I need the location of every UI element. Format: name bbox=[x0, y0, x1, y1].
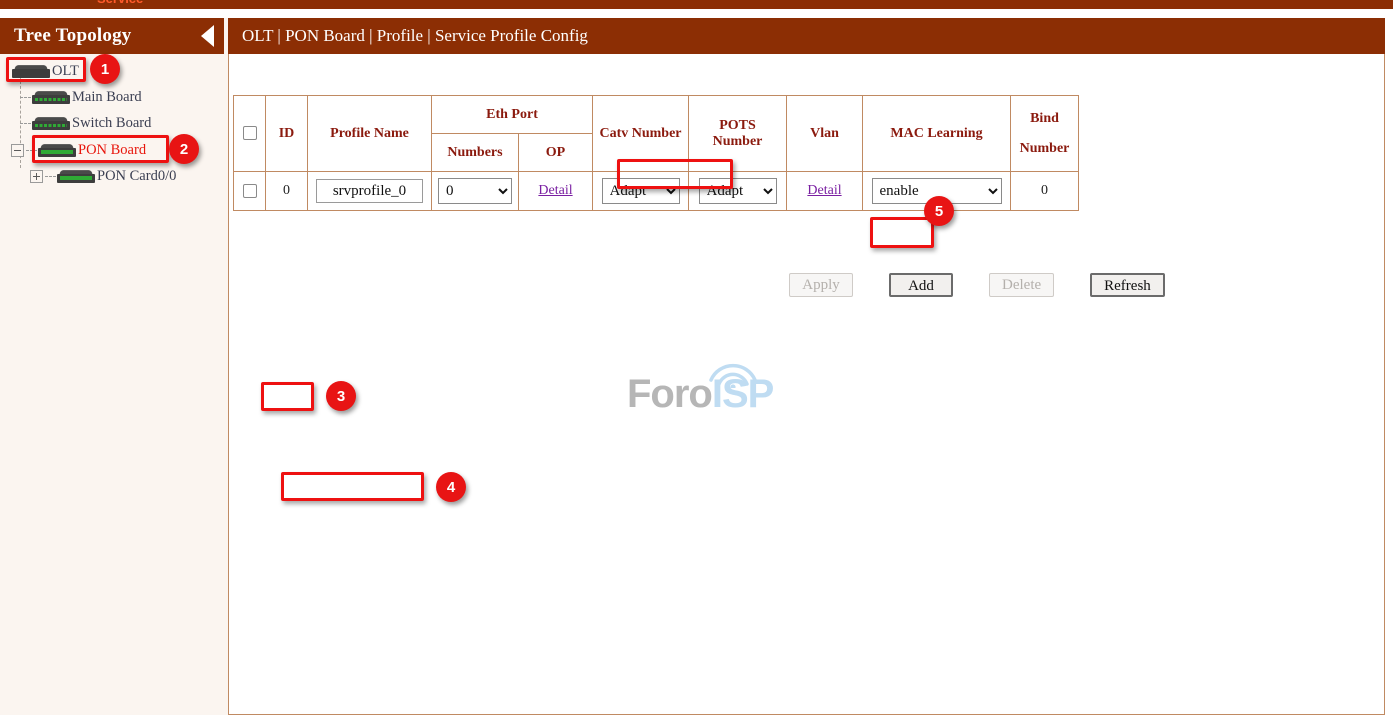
tree-branch-line bbox=[20, 123, 31, 124]
tree-panel-title: Tree Topology bbox=[14, 25, 132, 47]
header-eth-numbers: Numbers bbox=[432, 134, 519, 172]
tree-node-switch-board[interactable]: Switch Board bbox=[20, 112, 151, 134]
service-profile-table: ID Profile Name Eth Port Catv Number POT… bbox=[233, 95, 1079, 211]
cell-catv-number: Adapt bbox=[593, 172, 689, 211]
cell-pots-number: Adapt bbox=[689, 172, 787, 211]
cell-id: 0 bbox=[266, 172, 308, 211]
tree-panel-header: Tree Topology bbox=[0, 18, 224, 54]
tree-node-pon-card[interactable]: PON Card0/0 bbox=[30, 165, 176, 187]
header-id: ID bbox=[266, 96, 308, 172]
annotation-badge-4: 4 bbox=[436, 472, 466, 502]
tree-collapse-toggle[interactable] bbox=[11, 144, 24, 157]
tree-node-label: Main Board bbox=[72, 89, 142, 106]
annotation-badge-2: 2 bbox=[169, 134, 199, 164]
header-bind-number-line1: Bind bbox=[1017, 111, 1072, 127]
device-board-icon bbox=[32, 91, 70, 104]
action-button-row: Apply Add Delete Refresh bbox=[229, 273, 1385, 297]
watermark-text: ForoISP bbox=[627, 372, 773, 417]
content-body: ForoISP ID Profile Name Eth Port bbox=[228, 54, 1385, 715]
breadcrumb-text: OLT | PON Board | Profile | Service Prof… bbox=[242, 26, 588, 46]
eth-numbers-select[interactable]: 0 bbox=[438, 178, 512, 204]
header-bind-number-line2: Number bbox=[1017, 141, 1072, 157]
tree-node-main-board[interactable]: Main Board bbox=[20, 86, 142, 108]
breadcrumb: OLT | PON Board | Profile | Service Prof… bbox=[228, 18, 1385, 54]
table-head: ID Profile Name Eth Port Catv Number POT… bbox=[234, 96, 1079, 172]
add-button[interactable]: Add bbox=[889, 273, 953, 297]
vlan-detail-link[interactable]: Detail bbox=[807, 183, 841, 198]
pots-number-select[interactable]: Adapt bbox=[699, 178, 777, 204]
content-panel: OLT | PON Board | Profile | Service Prof… bbox=[228, 18, 1385, 715]
header-mac-learning: MAC Learning bbox=[863, 96, 1011, 172]
cell-vlan: Detail bbox=[787, 172, 863, 211]
row-select-cell bbox=[234, 172, 266, 211]
tree-expand-toggle[interactable] bbox=[30, 170, 43, 183]
watermark-part-one: Foro bbox=[627, 372, 712, 416]
top-cut-bar: Service bbox=[0, 0, 1393, 9]
tree-node-label: OLT bbox=[52, 63, 79, 80]
select-all-checkbox[interactable] bbox=[243, 126, 257, 140]
cell-profile-name bbox=[308, 172, 432, 211]
device-card-icon bbox=[57, 170, 95, 183]
cell-bind-number: 0 bbox=[1011, 172, 1079, 211]
table-header-row-1: ID Profile Name Eth Port Catv Number POT… bbox=[234, 96, 1079, 134]
header-profile-name: Profile Name bbox=[308, 96, 432, 172]
header-bind-number: Bind Number bbox=[1011, 96, 1079, 172]
eth-op-detail-link[interactable]: Detail bbox=[538, 183, 572, 198]
tree-node-label: Switch Board bbox=[72, 115, 151, 132]
service-profile-table-wrap: ID Profile Name Eth Port Catv Number POT… bbox=[233, 95, 1079, 211]
tree-node-olt[interactable]: OLT bbox=[12, 60, 79, 82]
profile-name-input[interactable] bbox=[316, 179, 423, 203]
apply-button[interactable]: Apply bbox=[789, 273, 853, 297]
catv-number-select[interactable]: Adapt bbox=[602, 178, 680, 204]
tree-node-label: PON Card0/0 bbox=[97, 168, 176, 185]
tree-node-pon-board[interactable]: PON Board bbox=[11, 139, 146, 161]
row-checkbox[interactable] bbox=[243, 184, 257, 198]
header-vlan: Vlan bbox=[787, 96, 863, 172]
cell-eth-numbers: 0 bbox=[432, 172, 519, 211]
foroisp-watermark: ForoISP bbox=[627, 354, 827, 424]
triangle-left-icon[interactable] bbox=[201, 25, 214, 47]
application-root: Service Tree Topology OLT bbox=[0, 0, 1393, 715]
tree-branch-line bbox=[45, 176, 56, 177]
top-gap bbox=[0, 9, 1393, 18]
tree-node-label: PON Board bbox=[78, 142, 146, 159]
select-all-header bbox=[234, 96, 266, 172]
tree-branch-line bbox=[26, 150, 37, 151]
tree-topology-panel: Tree Topology OLT Main Board bbox=[0, 18, 224, 715]
delete-button[interactable]: Delete bbox=[989, 273, 1054, 297]
tree-branch-line bbox=[20, 97, 31, 98]
header-catv-number: Catv Number bbox=[593, 96, 689, 172]
device-board-icon bbox=[38, 144, 76, 157]
annotation-badge-3: 3 bbox=[326, 381, 356, 411]
annotation-badge-5: 5 bbox=[924, 196, 954, 226]
header-eth-op: OP bbox=[519, 134, 593, 172]
refresh-button[interactable]: Refresh bbox=[1090, 273, 1165, 297]
device-board-icon bbox=[32, 117, 70, 130]
watermark-part-two: ISP bbox=[712, 372, 773, 416]
header-eth-port: Eth Port bbox=[432, 96, 593, 134]
top-cut-text: Service bbox=[97, 0, 143, 6]
cell-eth-op: Detail bbox=[519, 172, 593, 211]
annotation-badge-1: 1 bbox=[90, 54, 120, 84]
device-olt-icon bbox=[12, 65, 50, 78]
header-pots-number: POTS Number bbox=[689, 96, 787, 172]
